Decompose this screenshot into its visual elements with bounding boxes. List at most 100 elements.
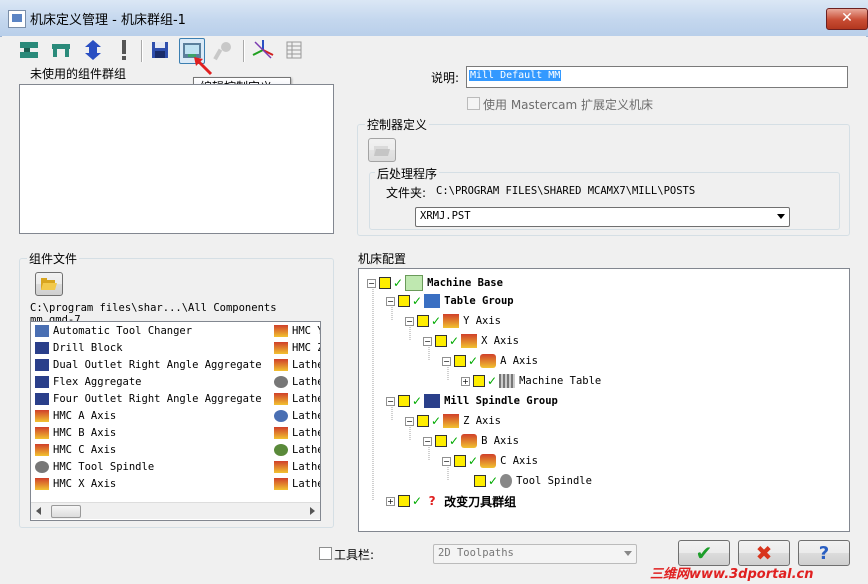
unused-groups-list[interactable] bbox=[19, 84, 334, 234]
tree-node-tool-change-group[interactable]: + ✓ ? 改变刀具群组 bbox=[386, 492, 516, 510]
tree-node-table-group[interactable]: − ✓ Table Group bbox=[386, 292, 514, 310]
expand-icon[interactable]: + bbox=[386, 496, 395, 506]
visibility-box[interactable] bbox=[379, 277, 391, 289]
collapse-icon[interactable]: − bbox=[442, 356, 451, 366]
horizontal-scrollbar[interactable] bbox=[31, 502, 320, 519]
list-item[interactable]: Lathe bbox=[274, 425, 320, 442]
tree-node-tool-spindle[interactable]: ✓ Tool Spindle bbox=[474, 472, 592, 490]
check-icon[interactable]: ✓ bbox=[431, 414, 441, 428]
extend-definition-checkbox[interactable] bbox=[467, 97, 480, 110]
toolbar-list-button[interactable] bbox=[282, 38, 306, 62]
tree-node-machine-table[interactable]: + ✓ Machine Table bbox=[461, 372, 601, 390]
tree-node-x-axis[interactable]: − ✓ X Axis bbox=[423, 332, 519, 350]
list-item[interactable]: Lathe bbox=[274, 459, 320, 476]
scroll-left-icon[interactable] bbox=[36, 507, 41, 515]
list-item[interactable]: Lathe bbox=[274, 391, 320, 408]
check-icon[interactable]: ✓ bbox=[431, 314, 441, 328]
list-item[interactable]: Lathe bbox=[274, 476, 320, 493]
check-icon[interactable]: ✓ bbox=[449, 434, 459, 448]
check-icon[interactable]: ✓ bbox=[488, 474, 498, 488]
list-item[interactable]: Lathe bbox=[274, 408, 320, 425]
list-item[interactable]: HMC C Axis bbox=[35, 442, 116, 459]
list-item[interactable]: HMC Z bbox=[274, 340, 320, 357]
check-icon[interactable]: ✓ bbox=[487, 374, 497, 388]
list-item[interactable]: Dual Outlet Right Angle Aggregate bbox=[35, 357, 262, 374]
toolpaths-select[interactable]: 2D Toolpaths bbox=[433, 544, 637, 564]
machine-config-label: 机床配置 bbox=[358, 252, 407, 266]
tree-node-machine-base[interactable]: − ✓ Machine Base bbox=[367, 274, 503, 292]
post-select-value: XRMJ.PST bbox=[420, 210, 471, 222]
list-item[interactable]: HMC Y bbox=[274, 323, 320, 340]
toolbar-separator bbox=[141, 40, 143, 62]
visibility-box[interactable] bbox=[398, 395, 410, 407]
visibility-box[interactable] bbox=[454, 355, 466, 367]
component-open-button[interactable] bbox=[35, 272, 63, 296]
visibility-box[interactable] bbox=[398, 495, 410, 507]
list-item[interactable]: HMC X Axis bbox=[35, 476, 116, 493]
list-item[interactable]: Automatic Tool Changer bbox=[35, 323, 192, 340]
collapse-icon[interactable]: − bbox=[405, 316, 414, 326]
toolbar-warning-button[interactable] bbox=[112, 38, 136, 62]
list-item[interactable]: Flex Aggregate bbox=[35, 374, 142, 391]
post-select[interactable]: XRMJ.PST bbox=[415, 207, 790, 227]
visibility-box[interactable] bbox=[435, 335, 447, 347]
collapse-icon[interactable]: − bbox=[367, 278, 376, 288]
component-list[interactable]: Automatic Tool Changer Drill Block Dual … bbox=[30, 321, 321, 521]
description-label: 说明: bbox=[431, 71, 460, 85]
tree-node-a-axis[interactable]: − ✓ A Axis bbox=[442, 352, 538, 370]
toolbar-machine-base-button[interactable] bbox=[17, 38, 41, 62]
tree-node-c-axis[interactable]: − ✓ C Axis bbox=[442, 452, 538, 470]
list-item[interactable]: Lathe bbox=[274, 442, 320, 459]
toolbar-save-button[interactable] bbox=[148, 38, 172, 62]
list-item[interactable]: HMC Tool Spindle bbox=[35, 459, 154, 476]
visibility-box[interactable] bbox=[417, 315, 429, 327]
list-item[interactable]: Drill Block bbox=[35, 340, 123, 357]
check-icon[interactable]: ✓ bbox=[412, 394, 422, 408]
check-icon[interactable]: ✓ bbox=[412, 294, 422, 308]
rotary-axis-icon bbox=[480, 454, 497, 468]
cancel-icon: ✖ bbox=[755, 541, 773, 565]
expand-icon[interactable]: + bbox=[461, 376, 470, 386]
list-item[interactable]: HMC B Axis bbox=[35, 425, 116, 442]
tree-node-z-axis[interactable]: − ✓ Z Axis bbox=[405, 412, 501, 430]
collapse-icon[interactable]: − bbox=[386, 296, 395, 306]
check-icon[interactable]: ✓ bbox=[393, 276, 403, 290]
spindle-icon bbox=[52, 44, 70, 57]
check-icon[interactable]: ✓ bbox=[412, 494, 422, 508]
check-icon[interactable]: ✓ bbox=[468, 454, 478, 468]
tree-node-mill-spindle-group[interactable]: − ✓ Mill Spindle Group bbox=[386, 392, 558, 410]
scroll-right-icon[interactable] bbox=[310, 507, 315, 515]
list-item[interactable]: Four Outlet Right Angle Aggregate bbox=[35, 391, 262, 408]
axis-icon bbox=[274, 427, 288, 439]
close-button[interactable]: ✕ bbox=[826, 8, 868, 30]
toolbar-coordinate-button[interactable] bbox=[251, 38, 275, 62]
collapse-icon[interactable]: − bbox=[442, 456, 451, 466]
check-icon[interactable]: ✓ bbox=[468, 354, 478, 368]
visibility-box[interactable] bbox=[398, 295, 410, 307]
linear-axis-icon bbox=[443, 314, 460, 328]
list-item[interactable]: HMC A Axis bbox=[35, 408, 116, 425]
list-item[interactable]: Lathe bbox=[274, 357, 320, 374]
machine-config-tree[interactable]: − ✓ Machine Base − ✓ Table Group − ✓ Y Axis… bbox=[358, 268, 850, 532]
visibility-box[interactable] bbox=[435, 435, 447, 447]
tree-node-y-axis[interactable]: − ✓ Y Axis bbox=[405, 312, 501, 330]
controller-open-button[interactable] bbox=[368, 138, 396, 162]
collapse-icon[interactable]: − bbox=[405, 416, 414, 426]
toolbar-checkbox[interactable] bbox=[319, 547, 332, 560]
check-icon[interactable]: ✓ bbox=[449, 334, 459, 348]
visibility-box[interactable] bbox=[474, 475, 486, 487]
tree-node-b-axis[interactable]: − ✓ B Axis bbox=[423, 432, 519, 450]
visibility-box[interactable] bbox=[454, 455, 466, 467]
toolbar-axis-button[interactable] bbox=[81, 38, 105, 62]
toolbar-mill-spindle-button[interactable] bbox=[49, 38, 73, 62]
visibility-box[interactable] bbox=[417, 415, 429, 427]
machine-base-icon bbox=[20, 42, 38, 58]
folder-open-icon bbox=[41, 278, 57, 290]
visibility-box[interactable] bbox=[473, 375, 485, 387]
description-input[interactable]: Mill Default MM bbox=[466, 66, 848, 88]
scroll-thumb[interactable] bbox=[51, 505, 81, 518]
collapse-icon[interactable]: − bbox=[386, 396, 395, 406]
list-item[interactable]: Lathe bbox=[274, 374, 320, 391]
collapse-icon[interactable]: − bbox=[423, 436, 432, 446]
collapse-icon[interactable]: − bbox=[423, 336, 432, 346]
